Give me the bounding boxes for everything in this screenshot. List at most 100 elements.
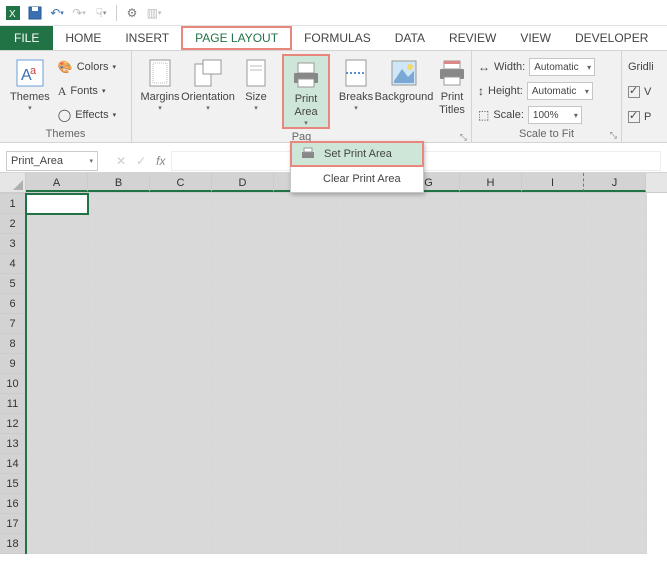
clear-print-area-item[interactable]: Clear Print Area xyxy=(291,166,423,192)
colors-button[interactable]: 🎨Colors▾ xyxy=(58,56,116,78)
cell[interactable] xyxy=(336,434,398,454)
cell[interactable] xyxy=(26,414,88,434)
row-header[interactable]: 2 xyxy=(0,214,26,234)
cell[interactable] xyxy=(212,294,274,314)
cell[interactable] xyxy=(26,374,88,394)
cell[interactable] xyxy=(26,234,88,254)
row-header[interactable]: 14 xyxy=(0,454,26,474)
tab-view[interactable]: VIEW xyxy=(508,26,563,50)
row-header[interactable]: 17 xyxy=(0,514,26,534)
cell[interactable] xyxy=(212,194,274,214)
cell[interactable] xyxy=(460,234,522,254)
cell[interactable] xyxy=(88,534,150,554)
cell[interactable] xyxy=(522,274,584,294)
cell[interactable] xyxy=(336,374,398,394)
cell[interactable] xyxy=(88,454,150,474)
cell[interactable] xyxy=(398,214,460,234)
cell[interactable] xyxy=(150,254,212,274)
row-header[interactable]: 18 xyxy=(0,534,26,554)
cell[interactable] xyxy=(150,294,212,314)
cell[interactable] xyxy=(274,534,336,554)
cell[interactable] xyxy=(584,294,646,314)
cell[interactable] xyxy=(336,274,398,294)
cell[interactable] xyxy=(88,514,150,534)
cell[interactable] xyxy=(522,194,584,214)
cell[interactable] xyxy=(150,334,212,354)
cell[interactable] xyxy=(274,414,336,434)
cell[interactable] xyxy=(26,294,88,314)
cell[interactable] xyxy=(88,374,150,394)
cell[interactable] xyxy=(398,294,460,314)
cell[interactable] xyxy=(88,274,150,294)
cell[interactable] xyxy=(584,314,646,334)
cell[interactable] xyxy=(150,234,212,254)
column-header[interactable]: D xyxy=(212,173,274,192)
row-header[interactable]: 15 xyxy=(0,474,26,494)
cell[interactable] xyxy=(212,374,274,394)
column-header[interactable]: H xyxy=(460,173,522,192)
cell[interactable] xyxy=(584,474,646,494)
cell[interactable] xyxy=(26,254,88,274)
print-area-button[interactable]: Print Area▾ xyxy=(282,54,330,129)
cell[interactable] xyxy=(522,334,584,354)
cell[interactable] xyxy=(398,274,460,294)
cell[interactable] xyxy=(88,474,150,494)
cell[interactable] xyxy=(274,234,336,254)
cell[interactable] xyxy=(26,354,88,374)
cell[interactable] xyxy=(336,294,398,314)
cell[interactable] xyxy=(522,454,584,474)
cell[interactable] xyxy=(274,214,336,234)
tab-page-layout[interactable]: PAGE LAYOUT xyxy=(181,26,292,50)
cell[interactable] xyxy=(398,394,460,414)
cell[interactable] xyxy=(88,314,150,334)
cell[interactable] xyxy=(88,334,150,354)
cell[interactable] xyxy=(460,194,522,214)
cell[interactable] xyxy=(336,474,398,494)
tab-home[interactable]: HOME xyxy=(53,26,113,50)
cell[interactable] xyxy=(398,334,460,354)
cell[interactable] xyxy=(150,274,212,294)
cell[interactable] xyxy=(584,494,646,514)
height-select[interactable]: Automatic xyxy=(527,82,593,100)
cancel-formula-icon[interactable]: ✕ xyxy=(116,154,126,168)
cell[interactable] xyxy=(522,294,584,314)
row-header[interactable]: 8 xyxy=(0,334,26,354)
cell[interactable] xyxy=(150,514,212,534)
column-header[interactable]: B xyxy=(88,173,150,192)
tab-review[interactable]: REVIEW xyxy=(437,26,508,50)
themes-button[interactable]: Aa Themes▾ xyxy=(6,54,54,126)
cell[interactable] xyxy=(336,514,398,534)
cell[interactable] xyxy=(584,514,646,534)
cell[interactable] xyxy=(212,354,274,374)
cell[interactable] xyxy=(336,194,398,214)
cell[interactable] xyxy=(398,194,460,214)
cell[interactable] xyxy=(150,354,212,374)
cell[interactable] xyxy=(150,414,212,434)
gridlines-print-checkbox[interactable] xyxy=(628,111,640,123)
size-button[interactable]: Size▾ xyxy=(234,54,278,129)
cell[interactable] xyxy=(584,234,646,254)
cell[interactable] xyxy=(584,454,646,474)
cell[interactable] xyxy=(274,474,336,494)
cell[interactable] xyxy=(460,534,522,554)
cell[interactable] xyxy=(88,494,150,514)
cell[interactable] xyxy=(212,534,274,554)
width-select[interactable]: Automatic xyxy=(529,58,595,76)
tab-data[interactable]: DATA xyxy=(383,26,437,50)
cell[interactable] xyxy=(398,314,460,334)
cell[interactable] xyxy=(460,334,522,354)
cell[interactable] xyxy=(460,454,522,474)
cell[interactable] xyxy=(88,294,150,314)
fonts-button[interactable]: AFonts▾ xyxy=(58,80,116,102)
cell[interactable] xyxy=(460,314,522,334)
cell[interactable] xyxy=(584,194,646,214)
cell[interactable] xyxy=(522,514,584,534)
cell[interactable] xyxy=(460,394,522,414)
row-header[interactable]: 10 xyxy=(0,374,26,394)
cell[interactable] xyxy=(150,474,212,494)
row-header[interactable]: 12 xyxy=(0,414,26,434)
cell[interactable] xyxy=(398,434,460,454)
cell[interactable] xyxy=(274,274,336,294)
cell[interactable] xyxy=(26,214,88,234)
cell[interactable] xyxy=(398,414,460,434)
